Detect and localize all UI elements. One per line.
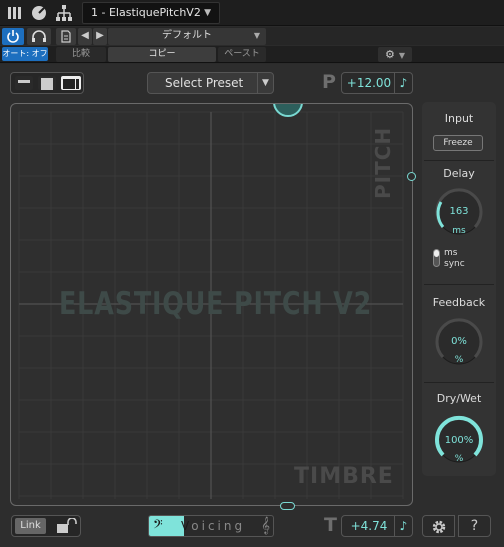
help-button[interactable]: ? [458, 515, 491, 537]
layout-large-icon [63, 79, 79, 89]
pad-pitch-axis-label: PITCH [371, 126, 395, 199]
layout-small-icon [18, 80, 30, 83]
chevron-down-icon: ▼ [253, 31, 260, 40]
arrow-left-icon: ◀ [81, 30, 89, 41]
arrow-right-icon: ▶ [96, 30, 104, 41]
layout-medium-icon [41, 78, 53, 90]
power-icon [7, 30, 19, 43]
ms-option-label: ms [444, 248, 458, 258]
settings-button[interactable] [422, 515, 455, 537]
routing-icon[interactable] [55, 4, 73, 22]
delay-unit: ms [452, 226, 466, 236]
preset-name-dropdown[interactable]: デフォルト ▼ [108, 28, 266, 45]
bass-clef-icon: 𝄢 [153, 517, 163, 535]
plugin-instance-selector[interactable]: 1 - ElastiquePitchV2 ▼ [82, 2, 220, 24]
compare-button[interactable]: 比較 [56, 47, 106, 62]
separator [424, 284, 494, 285]
pad-timbre-axis-label: TIMBRE [294, 464, 394, 489]
plugin-panel: Select Preset ▼ P +12.00 ♪ ELASTIQUE PIT… [0, 64, 504, 547]
host-title-bar: 1 - ElastiquePitchV2 ▼ [0, 0, 504, 26]
link-button[interactable]: Link [15, 518, 46, 534]
next-preset-button[interactable]: ▶ [93, 28, 107, 45]
gear-icon: ⚙ [384, 48, 395, 61]
monitor-button[interactable] [27, 28, 51, 45]
bypass-power-button[interactable] [2, 28, 24, 45]
host-automation-row: オート: オフ 比較 コピー ペースト ⚙ ▼ [0, 46, 504, 63]
rack-icon[interactable] [6, 4, 24, 22]
link-group: Link [11, 515, 81, 537]
feedback-section-label: Feedback [432, 296, 486, 309]
layout-medium-button[interactable] [38, 76, 56, 90]
preset-select-label: Select Preset [165, 76, 244, 90]
timbre-edge-handle[interactable] [280, 502, 295, 510]
pitch-edge-handle[interactable] [407, 172, 416, 181]
sync-option-label: sync [444, 259, 465, 269]
layout-small-button[interactable] [15, 76, 33, 90]
chevron-down-icon: ▼ [398, 51, 406, 60]
layout-large-button[interactable] [61, 76, 81, 90]
help-icon: ? [470, 518, 479, 534]
pad-watermark-logo: ELASTIQUE PITCH V2 [59, 286, 373, 322]
pitch-value: +12.00 [346, 76, 392, 90]
chevron-down-icon: ▼ [257, 73, 273, 93]
paste-button[interactable]: ペースト [218, 47, 266, 62]
voicing-label: Voicing [181, 519, 246, 533]
voicing-slider[interactable]: 𝄢 Voicing 𝄞 [148, 515, 274, 537]
automation-toggle[interactable]: オート: オフ [2, 47, 48, 61]
drywet-unit: % [454, 454, 464, 464]
separator [424, 382, 494, 383]
headphones-icon [32, 30, 46, 42]
note-icon[interactable]: ♪ [394, 516, 412, 536]
feedback-unit: % [454, 355, 464, 365]
copy-button[interactable]: コピー [108, 47, 216, 62]
feedback-value: 0% [451, 336, 467, 347]
drywet-value: 100% [444, 435, 474, 446]
delay-value: 163 [449, 206, 469, 217]
treble-clef-icon: 𝄞 [261, 516, 270, 534]
pitch-timbre-xy-pad[interactable]: ELASTIQUE PITCH V2 PITCH TIMBRE [10, 103, 413, 506]
drywet-section-label: Dry/Wet [436, 392, 482, 405]
chevron-down-icon: ▼ [204, 8, 211, 18]
host-settings-button[interactable]: ⚙ ▼ [378, 47, 412, 62]
delay-section-label: Delay [443, 167, 475, 180]
separator [424, 160, 494, 161]
preset-name-label: デフォルト [162, 30, 212, 41]
unlock-icon[interactable] [54, 518, 78, 534]
preset-file-button[interactable] [56, 28, 76, 45]
previous-preset-button[interactable]: ◀ [78, 28, 92, 45]
freeze-button[interactable]: Freeze [433, 135, 483, 151]
plugin-preset-selector[interactable]: Select Preset ▼ [147, 72, 274, 94]
pitch-value-field[interactable]: +12.00 ♪ [341, 72, 413, 94]
note-icon[interactable]: ♪ [394, 73, 412, 93]
layout-size-selector [10, 72, 84, 94]
host-controls-row: ◀ ▶ デフォルト ▼ [0, 27, 504, 45]
timbre-value: +4.74 [350, 519, 388, 533]
ms-sync-toggle[interactable] [433, 249, 440, 267]
timbre-value-field[interactable]: +4.74 ♪ [341, 515, 413, 537]
timbre-indicator-letter: T [324, 514, 337, 536]
side-controls-panel: Input Freeze Delay 163 ms ms sync Feedba… [422, 102, 496, 476]
plugin-instance-title: 1 - ElastiquePitchV2 [91, 6, 201, 19]
document-icon [61, 30, 71, 43]
input-section-label: Input [444, 112, 474, 125]
pitch-indicator-letter: P [322, 71, 336, 93]
gear-icon [432, 520, 446, 534]
dial-icon[interactable] [30, 4, 48, 22]
